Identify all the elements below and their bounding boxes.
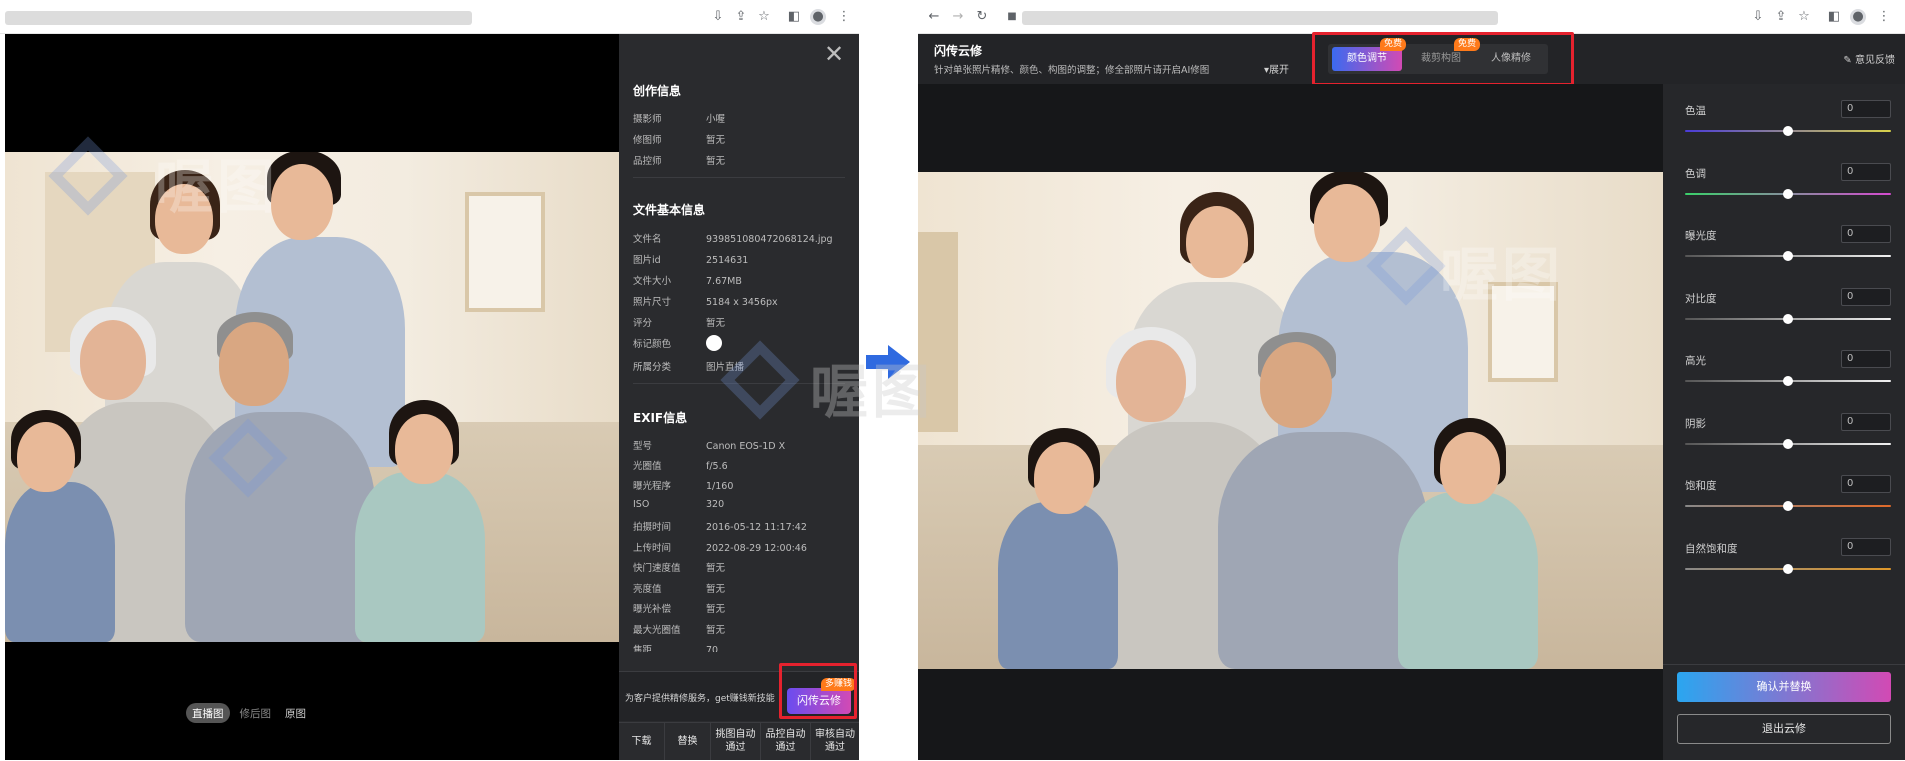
editor-subtitle: 针对单张照片精修、颜色、构图的调整；修全部照片请开启AI修图 bbox=[934, 65, 1210, 76]
info-row: 曝光补偿 暂无 bbox=[633, 604, 726, 615]
slider-value-input[interactable]: 0 bbox=[1841, 225, 1891, 243]
info-row: 光圈值 f/5.6 bbox=[633, 461, 728, 472]
editor-header: 闪传云修 针对单张照片精修、颜色、构图的调整；修全部照片请开启AI修图 ▾展开 … bbox=[918, 32, 1905, 86]
info-row: 拍摄时间 2016-05-12 11:17:42 bbox=[633, 522, 807, 533]
arrow-right-icon bbox=[866, 345, 910, 379]
slider-value-input[interactable]: 0 bbox=[1841, 538, 1891, 556]
menu-kebab-icon[interactable]: ⋮ bbox=[1876, 9, 1892, 25]
info-row: 摄影师 小喔 bbox=[633, 114, 726, 125]
info-row: 所属分类 图片直播 bbox=[633, 362, 745, 373]
slider-value-input[interactable]: 0 bbox=[1841, 413, 1891, 431]
info-row: 焦距 70 bbox=[633, 645, 719, 652]
slider-handle[interactable] bbox=[1783, 501, 1793, 511]
install-icon[interactable]: ⇩ bbox=[710, 9, 726, 25]
photo-view-tabs: 直播图 修后图 原图 bbox=[186, 703, 310, 723]
slider-handle[interactable] bbox=[1783, 189, 1793, 199]
bookmark-star-icon[interactable]: ☆ bbox=[1796, 9, 1812, 25]
expand-toggle[interactable]: ▾展开 bbox=[1264, 61, 1289, 76]
profile-avatar-icon[interactable]: ● bbox=[810, 9, 826, 25]
info-row: 文件名 939851080472068124.jpg bbox=[633, 234, 833, 245]
free-badge: 免费 bbox=[1454, 38, 1481, 51]
edit-icon: ✎ bbox=[1843, 55, 1852, 66]
tab-portrait-retouch[interactable]: 人像精修 bbox=[1478, 47, 1544, 71]
mark-color-swatch[interactable] bbox=[706, 335, 722, 351]
feedback-link[interactable]: ✎ 意见反馈 bbox=[1843, 51, 1895, 66]
section-title-file: 文件基本信息 bbox=[633, 203, 706, 217]
editor-tabs: 颜色调节 裁剪构图 人像精修 免费 免费 bbox=[1328, 38, 1548, 74]
slider-value-input[interactable]: 0 bbox=[1841, 100, 1891, 118]
left-address-bar[interactable] bbox=[5, 11, 472, 25]
slider-handle[interactable] bbox=[1783, 376, 1793, 386]
section-title-creation: 创作信息 bbox=[633, 84, 682, 98]
action-bar: 下载 替换 挑图自动通过 品控自动通过 审核自动通过 bbox=[619, 722, 859, 760]
info-row: ISO 320 bbox=[633, 499, 725, 510]
exit-retouch-button[interactable]: 退出云修 bbox=[1677, 714, 1891, 744]
slider-value-input[interactable]: 0 bbox=[1841, 163, 1891, 181]
sidebar-icon[interactable]: ◧ bbox=[1826, 9, 1842, 25]
profile-avatar-icon[interactable]: ● bbox=[1850, 9, 1866, 25]
slider-value-input[interactable]: 0 bbox=[1841, 475, 1891, 493]
left-family-photo bbox=[5, 152, 619, 642]
reload-icon[interactable]: ↻ bbox=[974, 9, 990, 25]
info-row: 型号 Canon EOS-1D X bbox=[633, 441, 786, 452]
lock-icon: ■ bbox=[1007, 11, 1017, 22]
editor-title: 闪传云修 bbox=[934, 44, 983, 58]
tab-original-photo[interactable]: 原图 bbox=[281, 703, 310, 723]
close-icon[interactable]: ✕ bbox=[824, 40, 844, 68]
slider-handle[interactable] bbox=[1783, 314, 1793, 324]
info-row: 评分 暂无 bbox=[633, 318, 726, 329]
info-row: 修图师 暂无 bbox=[633, 135, 726, 146]
install-icon[interactable]: ⇩ bbox=[1750, 9, 1766, 25]
auto-qc-button[interactable]: 品控自动通过 bbox=[761, 723, 811, 760]
info-row: 文件大小 7.67MB bbox=[633, 276, 742, 287]
slider-handle[interactable] bbox=[1783, 126, 1793, 136]
info-row: 照片尺寸 5184 x 3456px bbox=[633, 297, 778, 308]
forward-arrow-icon[interactable]: → bbox=[950, 9, 966, 25]
right-address-bar[interactable] bbox=[1022, 11, 1498, 25]
info-row: 图片id 2514631 bbox=[633, 255, 749, 266]
slider-value-input[interactable]: 0 bbox=[1841, 288, 1891, 306]
confirm-replace-button[interactable]: 确认并替换 bbox=[1677, 672, 1891, 702]
info-row: 标记颜色 bbox=[633, 335, 722, 351]
info-row: 曝光程序 1/160 bbox=[633, 481, 734, 492]
menu-kebab-icon[interactable]: ⋮ bbox=[836, 9, 852, 25]
promo-text: 为客户提供精修服务，get赚钱新技能 bbox=[625, 694, 775, 704]
right-family-photo bbox=[918, 172, 1663, 669]
share-icon[interactable]: ⇪ bbox=[733, 9, 749, 25]
info-row: 亮度值 暂无 bbox=[633, 584, 726, 595]
free-badge: 免费 bbox=[1380, 38, 1407, 51]
promo-bar: 为客户提供精修服务，get赚钱新技能 闪传云修 多赚钱 bbox=[619, 671, 859, 721]
earn-more-badge: 多赚钱 bbox=[821, 678, 857, 691]
info-row: 上传时间 2022-08-29 12:00:46 bbox=[633, 543, 807, 554]
slider-handle[interactable] bbox=[1783, 564, 1793, 574]
bookmark-star-icon[interactable]: ☆ bbox=[756, 9, 772, 25]
slider-handle[interactable] bbox=[1783, 439, 1793, 449]
cloud-retouch-button[interactable]: 闪传云修 bbox=[787, 688, 851, 714]
back-arrow-icon[interactable]: ← bbox=[926, 9, 942, 25]
section-title-exif: EXIF信息 bbox=[633, 411, 688, 425]
download-button[interactable]: 下载 bbox=[619, 723, 665, 760]
share-icon[interactable]: ⇪ bbox=[1773, 9, 1789, 25]
tab-edited-photo[interactable]: 修后图 bbox=[236, 703, 276, 723]
info-row: 快门速度值 暂无 bbox=[633, 563, 726, 574]
tab-live-photo[interactable]: 直播图 bbox=[186, 703, 230, 723]
auto-select-button[interactable]: 挑图自动通过 bbox=[711, 723, 761, 760]
photo-info-panel: ✕ 创作信息 摄影师 小喔 修图师 暂无 品控师 暂无 文件基本信息 文件名 93985… bbox=[619, 34, 859, 760]
left-browser-toolbar: ⇩ ⇪ ☆ ◧ ● ⋮ bbox=[0, 0, 859, 34]
right-browser-toolbar: ← → ↻ ■ ⇩ ⇪ ☆ ◧ ● ⋮ bbox=[918, 0, 1905, 34]
replace-button[interactable]: 替换 bbox=[665, 723, 711, 760]
adjust-sliders-panel: 色温 0 色调 0 曝光度 0 对比度 0 高光 0 阴影 0 饱和度 0 自然… bbox=[1663, 84, 1905, 760]
sidebar-icon[interactable]: ◧ bbox=[786, 9, 802, 25]
slider-handle[interactable] bbox=[1783, 251, 1793, 261]
info-row: 品控师 暂无 bbox=[633, 156, 726, 167]
auto-review-button[interactable]: 审核自动通过 bbox=[811, 723, 859, 760]
info-row: 最大光圈值 暂无 bbox=[633, 625, 726, 636]
slider-value-input[interactable]: 0 bbox=[1841, 350, 1891, 368]
